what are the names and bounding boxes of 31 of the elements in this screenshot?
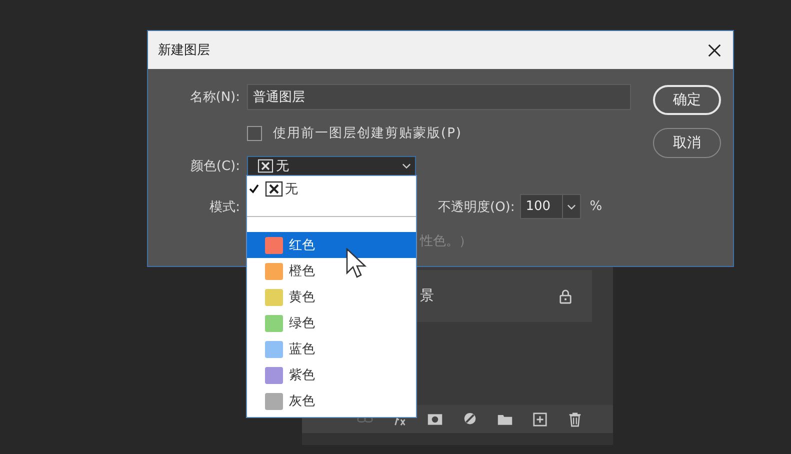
trash-icon[interactable] — [567, 412, 583, 426]
field-label: 不透明度(O): — [438, 198, 515, 216]
unit-label: % — [590, 199, 602, 214]
chevron-icon — [402, 163, 411, 169]
field-label: 颜色(C): — [189, 158, 241, 175]
menu-item[interactable]: 紫色 — [247, 362, 416, 388]
dialog-button[interactable]: 取消 — [653, 128, 721, 158]
mask-icon[interactable] — [427, 412, 443, 426]
opacity-field[interactable]: 100 — [520, 194, 581, 219]
lock-icon[interactable] — [559, 288, 572, 304]
field-label: 模式: — [208, 198, 241, 216]
color-dropdown[interactable]: 无 — [247, 156, 416, 176]
checkbox-label: 使用前一图层创建剪贴蒙版(P) — [273, 125, 462, 142]
no-color-icon — [265, 181, 283, 197]
close-icon[interactable] — [707, 42, 722, 58]
no-color-icon — [257, 159, 274, 173]
field-label: 名称(N): — [188, 89, 241, 106]
dialog-button[interactable]: 确定 — [653, 85, 721, 115]
menu-item[interactable]: 蓝色 — [247, 336, 416, 362]
name-field[interactable]: 普通图层 — [247, 84, 631, 110]
menu-item[interactable]: 无 — [247, 176, 416, 202]
menu-item[interactable]: 红色 — [247, 232, 416, 258]
dialog-title: 新建图层 — [158, 42, 210, 59]
new-layer-icon[interactable] — [532, 412, 548, 426]
checkbox[interactable] — [247, 126, 262, 140]
dropdown-value: 无 — [276, 158, 290, 175]
adjustment-icon[interactable] — [462, 412, 478, 426]
cursor-icon — [345, 248, 367, 280]
menu-item[interactable]: 灰色 — [247, 388, 416, 414]
layer-name: 景 — [420, 287, 434, 305]
chevron-icon[interactable] — [566, 204, 576, 210]
